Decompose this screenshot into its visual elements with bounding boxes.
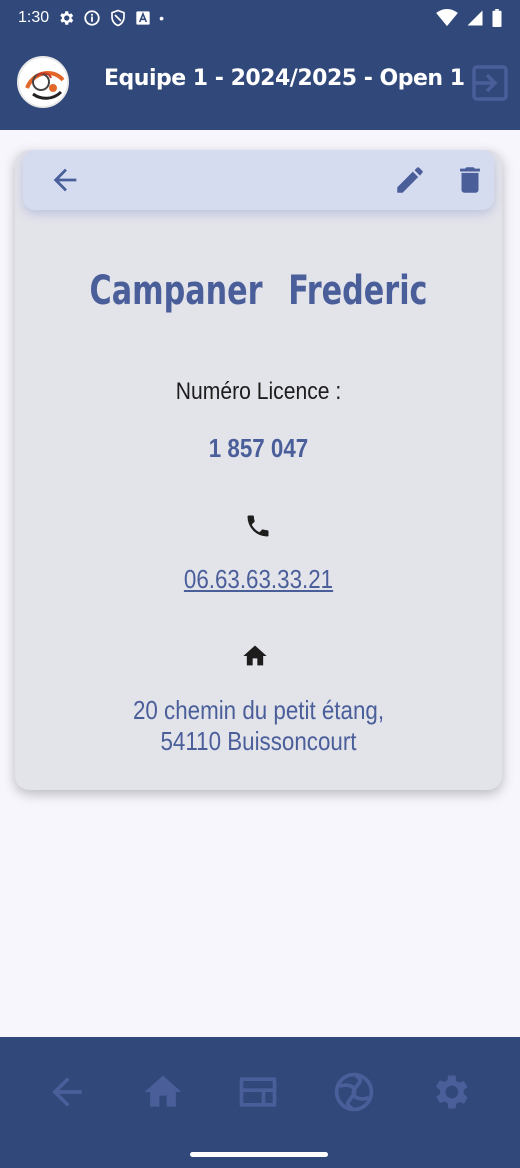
app-title: Equipe 1 - 2024/2025 - Open 1: [104, 66, 465, 91]
app-bar: Equipe 1 - 2024/2025 - Open 1: [0, 36, 520, 130]
player-card: Campaner Frederic Numéro Licence : 1 857…: [15, 150, 502, 790]
home-icon: [241, 642, 269, 670]
back-button[interactable]: [48, 163, 82, 197]
nav-list-button[interactable]: [236, 1070, 280, 1114]
wifi-icon: [436, 9, 458, 27]
phone-icon: [244, 512, 272, 540]
nav-home-button[interactable]: [141, 1070, 185, 1114]
battery-icon: [492, 9, 502, 27]
licence-number: 1 857 047: [208, 433, 309, 463]
status-time: 1:30: [18, 9, 50, 26]
shield-icon: [109, 9, 127, 27]
card-list-icon: [239, 1077, 277, 1107]
home-indicator[interactable]: [190, 1152, 328, 1157]
player-name: Campaner Frederic: [54, 268, 463, 314]
status-bar: 1:30 •: [0, 0, 520, 36]
card-toolbar: [23, 150, 494, 210]
bottom-navigation: [0, 1037, 520, 1168]
sport-ball-icon: [334, 1072, 374, 1112]
settings-gear-icon: [57, 9, 75, 27]
logout-icon: [472, 65, 508, 101]
logout-button[interactable]: [470, 63, 510, 103]
dot-icon: •: [159, 10, 165, 26]
gear-icon: [436, 1075, 468, 1109]
arrow-left-icon: [53, 168, 77, 192]
home-icon: [144, 1075, 182, 1107]
arrow-left-icon: [52, 1077, 82, 1107]
address-line-2: 54110 Buissoncourt: [160, 726, 357, 756]
info-icon: [83, 9, 101, 27]
edit-button[interactable]: [393, 163, 427, 197]
nav-back-button[interactable]: [45, 1070, 89, 1114]
player-last-name: Campaner: [89, 268, 263, 314]
club-logo-icon: [17, 56, 69, 108]
licence-label: Numéro Licence :: [175, 378, 342, 405]
address-line-1: 20 chemin du petit étang,: [132, 695, 385, 725]
delete-button[interactable]: [453, 163, 487, 197]
nav-sport-button[interactable]: [332, 1070, 376, 1114]
signal-icon: [466, 9, 484, 27]
nav-settings-button[interactable]: [428, 1070, 472, 1114]
pencil-icon: [397, 167, 423, 193]
phone-link[interactable]: 06.63.63.33.21: [49, 564, 468, 595]
a-box-icon: [135, 10, 151, 26]
player-first-name: Frederic: [288, 268, 428, 314]
trash-icon: [460, 167, 480, 193]
